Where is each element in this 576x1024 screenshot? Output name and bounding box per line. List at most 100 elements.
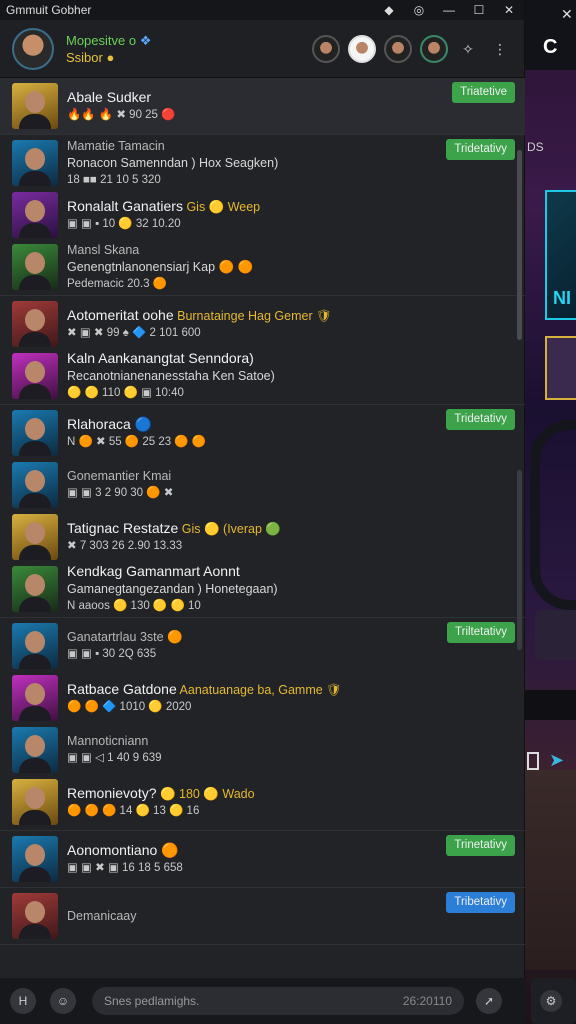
contact-name: Ratbace Gatdone [67, 680, 177, 697]
avatar[interactable] [12, 353, 58, 399]
list-item[interactable]: Rlahoraca 🔵 N 🟠 ✖ 55 🟠 25 23 🟠 🟠 [0, 407, 525, 459]
activity-meta: N aaoos 🟡 130 🟡 🟡 10 [67, 600, 201, 612]
conversation-list[interactable]: Triatetive Abale Sudker 🔥🔥 🔥 ✖ 90 25 🔴 Trid… [0, 78, 525, 978]
friend-avatar[interactable] [312, 34, 340, 63]
list-item-text: Gonemantier Kmai ▣ ▣ 3 2 90 30 🟠 ✖ [67, 468, 173, 502]
contact-name: Gonemantier Kmai [67, 469, 172, 483]
list-item-text: Abale Sudker 🔥🔥 🔥 ✖ 90 25 🔴 [67, 89, 175, 124]
header-actions: ✧ ⋮ [312, 34, 512, 63]
list-item-title-line: Demanicaay [67, 908, 136, 925]
avatar[interactable] [12, 566, 58, 612]
profile-header: Mopesitve o ❖ Ssibor ● ✧ ⋮ [0, 20, 524, 78]
game-thumbnail[interactable] [545, 336, 576, 400]
activity-meta: ▣ ▣ ◁ 1 40 9 639 [67, 752, 162, 764]
list-item[interactable]: Remonievoty? 🟡 180 🟡 Wado 🟠 🟠 🟠 14 🟡 13 🟡… [0, 776, 525, 828]
avatar[interactable] [12, 410, 58, 456]
window-icon[interactable] [527, 752, 539, 770]
attach-icon[interactable]: H [10, 988, 36, 1014]
list-item[interactable]: Mannoticniann ▣ ▣ ◁ 1 40 9 639 [0, 724, 525, 776]
activity-meta: ✖ ▣ ✖ 99 ♠ 🔷 2 101 600 [67, 326, 201, 339]
activity-meta: 🔥🔥 🔥 ✖ 90 25 🔴 [67, 108, 176, 121]
conversation-group: Aotomeritat oohe Burnatainge Hag Gemer 🛡… [0, 296, 525, 405]
list-item[interactable]: Mansl Skana Genengtnlanonensiarj Kap 🟠 🟠 P… [0, 241, 525, 293]
close-window-icon[interactable]: ✕ [494, 3, 524, 17]
activity-highlight: Gis 🟡 Weep [186, 199, 261, 214]
background-bar [525, 690, 576, 720]
settings-icon[interactable]: ⚙ [540, 990, 562, 1012]
avatar[interactable] [12, 192, 58, 238]
contact-name: Mansl Skana [67, 242, 140, 257]
add-friend-icon[interactable]: ✧ [456, 37, 480, 61]
list-item[interactable]: Gonemantier Kmai ▣ ▣ 3 2 90 30 🟠 ✖ [0, 459, 525, 511]
maximize-icon[interactable]: ☐ [464, 3, 494, 17]
avatar[interactable] [12, 462, 58, 508]
list-item-title-line: Mansl Skana [67, 242, 253, 259]
input-counter: 26:20110 [402, 994, 452, 1008]
list-item-text: Kendkag Gamanmart Aonnt Gamanegtangezanda… [67, 563, 278, 615]
activity-meta: 🟠 🟠 🔷 1010 🟡 2020 [67, 700, 192, 713]
list-item[interactable]: Abale Sudker 🔥🔥 🔥 ✖ 90 25 🔴 [0, 80, 525, 132]
list-item-title-line: Mamatie Tamacin [67, 138, 278, 155]
list-item[interactable]: Kendkag Gamanmart Aonnt Gamanegtangezanda… [0, 563, 525, 615]
scrollbar[interactable] [517, 150, 522, 340]
game-tile[interactable]: NI [545, 190, 576, 320]
list-item[interactable]: Ronalalt Ganatiers Gis 🟡 Weep ▣ ▣ ▪ 10 🟡 … [0, 189, 525, 241]
avatar[interactable] [12, 140, 58, 186]
avatar[interactable] [12, 514, 58, 560]
screen: ✕ C DS NI ➤ ⚙ Gmmuit Gobher ◆ ◎ — ☐ ✕ Mo… [0, 0, 576, 1024]
list-item[interactable]: Aotomeritat oohe Burnatainge Hag Gemer 🛡… [0, 298, 525, 350]
window-controls: ◆ ◎ — ☐ ✕ [374, 3, 524, 17]
contact-name: Kendkag Gamanmart Aonnt [67, 563, 240, 579]
avatar[interactable] [12, 836, 58, 882]
send-icon[interactable]: ➚ [476, 988, 502, 1014]
message-placeholder: Snes pedlamighs. [104, 994, 200, 1008]
list-item[interactable]: Kaln Aankanangtat Senndora) Recanotnianen… [0, 350, 525, 402]
avatar[interactable] [12, 893, 58, 939]
app-badge-icon[interactable]: ◆ [374, 3, 404, 17]
list-item[interactable]: Aonomontiano 🟠 ▣ ▣ ✖ ▣ 16 18 5 658 [0, 833, 525, 885]
activity-meta: 🟡 🟡 110 🟡 ▣ 10:40 [67, 387, 184, 399]
list-item[interactable]: Ganatartrlau 3ste 🟠 ▣ ▣ ▪ 30 2Q 635 [0, 620, 525, 672]
list-item-text: Ganatartrlau 3ste 🟠 ▣ ▣ ▪ 30 2Q 635 [67, 629, 183, 663]
list-item-text: Ratbace Gatdone Aanatuanage ba, Gamme 🛡 🟠… [67, 681, 342, 716]
title-bar: Gmmuit Gobher ◆ ◎ — ☐ ✕ [0, 0, 524, 20]
contact-name: Mannoticniann [67, 734, 149, 748]
list-item-text: Ronalalt Ganatiers Gis 🟡 Weep ▣ ▣ ▪ 10 🟡 … [67, 198, 260, 233]
friend-avatar[interactable] [420, 34, 448, 63]
contact-name: Aonomontiano 🟠 [67, 841, 179, 858]
avatar[interactable] [12, 83, 58, 129]
avatar[interactable] [12, 301, 58, 347]
avatar[interactable] [12, 27, 54, 70]
profile-info: Mopesitve o ❖ Ssibor ● [66, 32, 151, 66]
list-item[interactable]: Demanicaay [0, 890, 525, 942]
list-item[interactable]: Tatignac Restatze Gis 🟡 (Iverap 🟢 ✖ 7 303… [0, 511, 525, 563]
notification-icon[interactable]: ◎ [404, 3, 434, 17]
list-item-title-line: Aonomontiano 🟠 [67, 842, 183, 860]
emoji-icon[interactable]: ☺ [50, 988, 76, 1014]
conversation-group: Tridetativy Mamatie Tamacin Ronacon Samenn… [0, 135, 525, 296]
contact-name: Rlahoraca 🔵 [67, 415, 153, 432]
avatar[interactable] [12, 675, 58, 721]
more-options-icon[interactable]: ⋮ [488, 37, 512, 61]
avatar[interactable] [12, 244, 58, 290]
list-item-text: Mamatie Tamacin Ronacon Samenndan ) Hox S… [67, 138, 278, 189]
close-icon[interactable]: ✕ [561, 6, 573, 23]
scrollbar-track[interactable] [517, 470, 522, 650]
minimize-icon[interactable]: — [434, 3, 464, 17]
list-item[interactable]: Ratbace Gatdone Aanatuanage ba, Gamme 🛡 🟠… [0, 672, 525, 724]
send-arrow-icon[interactable]: ➤ [549, 750, 564, 771]
refresh-icon[interactable]: C [543, 36, 557, 59]
avatar[interactable] [12, 779, 58, 825]
list-item-title-line: Aotomeritat oohe Burnatainge Hag Gemer 🛡 [67, 307, 332, 325]
avatar[interactable] [12, 727, 58, 773]
conversation-group: Triatetive Abale Sudker 🔥🔥 🔥 ✖ 90 25 🔴 [0, 78, 525, 135]
background-app-footer: ⚙ [531, 978, 576, 1024]
list-item[interactable]: Mamatie Tamacin Ronacon Samenndan ) Hox S… [0, 137, 525, 189]
friend-avatar[interactable] [384, 34, 412, 63]
activity-meta: N 🟠 ✖ 55 🟠 25 23 🟠 🟠 [67, 435, 207, 448]
status-line: Genengtnlanonensiarj Kap 🟠 🟠 [67, 259, 254, 274]
avatar[interactable] [12, 623, 58, 669]
message-input[interactable]: Snes pedlamighs. 26:20110 [92, 987, 464, 1015]
list-item-title-line: Kendkag Gamanmart Aonnt [67, 563, 278, 581]
friend-avatar[interactable] [348, 34, 376, 63]
